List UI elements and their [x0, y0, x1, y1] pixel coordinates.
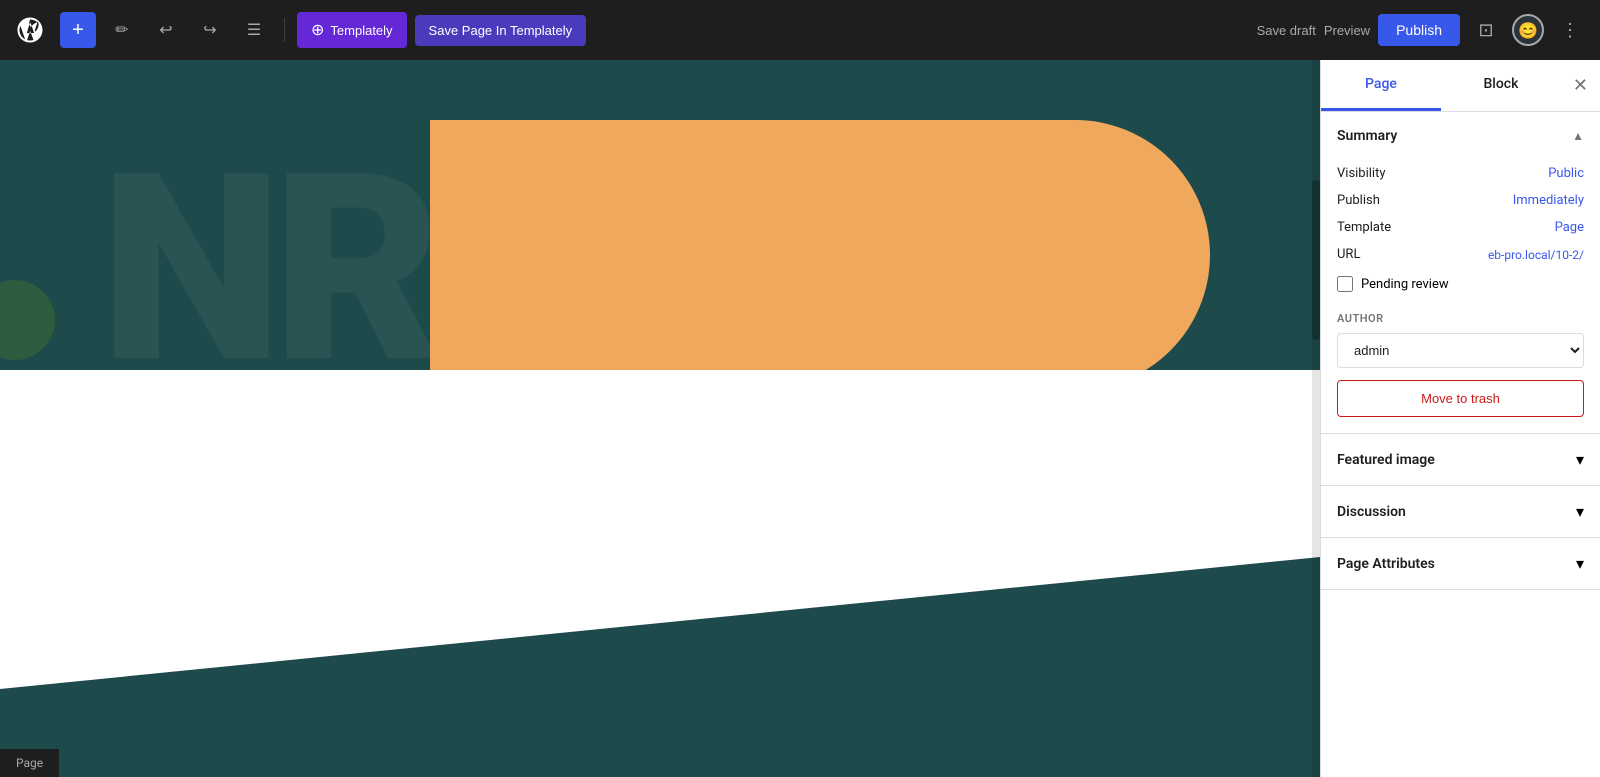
- canvas[interactable]: NR: [0, 60, 1320, 777]
- visibility-label: Visibility: [1337, 166, 1386, 181]
- tab-page[interactable]: Page: [1321, 60, 1441, 111]
- main-layout: NR Page Block ✕ Summary: [0, 60, 1600, 777]
- more-options-button[interactable]: ⋮: [1552, 12, 1588, 48]
- publish-label: Publish: [1337, 193, 1380, 208]
- status-bar: Page: [0, 749, 59, 777]
- toolbar: + ✏ ↩ ↪ ☰ ⊕ Templately Save Page In Temp…: [0, 0, 1600, 60]
- more-icon: ⋮: [1561, 20, 1579, 41]
- visibility-value[interactable]: Public: [1548, 166, 1584, 181]
- list-icon: ☰: [247, 20, 261, 40]
- undo-button[interactable]: ↩: [148, 12, 184, 48]
- template-label: Template: [1337, 220, 1391, 235]
- templately-label: Templately: [330, 23, 392, 38]
- pending-review-checkbox[interactable]: [1337, 276, 1353, 292]
- sidebar-close-button[interactable]: ✕: [1561, 60, 1600, 111]
- add-block-button[interactable]: +: [60, 12, 96, 48]
- featured-image-title: Featured image: [1337, 452, 1435, 468]
- avatar[interactable]: 😊: [1512, 14, 1544, 46]
- pending-review-label: Pending review: [1361, 277, 1449, 292]
- edit-button[interactable]: ✏: [104, 12, 140, 48]
- publish-row: Publish Immediately: [1337, 187, 1584, 214]
- publish-button[interactable]: Publish: [1378, 14, 1460, 46]
- featured-image-header[interactable]: Featured image ▾: [1321, 434, 1600, 485]
- summary-section: Summary ▲ Visibility Public Publish Imme…: [1321, 112, 1600, 434]
- avatar-icon: 😊: [1518, 21, 1538, 40]
- author-section: AUTHOR admin: [1337, 300, 1584, 368]
- template-row: Template Page: [1337, 214, 1584, 241]
- toolbar-right: Save draft Preview Publish ⊡ 😊 ⋮: [1257, 12, 1588, 48]
- canvas-scrollbar-thumb: [1312, 180, 1320, 340]
- move-to-trash-button[interactable]: Move to trash: [1337, 380, 1584, 417]
- wp-logo[interactable]: [12, 12, 48, 48]
- close-icon: ✕: [1573, 75, 1588, 96]
- undo-icon: ↩: [159, 20, 172, 40]
- toolbar-divider: [284, 18, 285, 42]
- settings-icon: ⊡: [1478, 20, 1493, 41]
- author-select[interactable]: admin: [1337, 333, 1584, 368]
- canvas-inner: NR: [0, 60, 1320, 777]
- featured-image-section[interactable]: Featured image ▾: [1321, 434, 1600, 486]
- page-attributes-section[interactable]: Page Attributes ▾: [1321, 538, 1600, 590]
- list-view-button[interactable]: ☰: [236, 12, 272, 48]
- preview-button[interactable]: Preview: [1324, 23, 1370, 38]
- save-page-templately-button[interactable]: Save Page In Templately: [415, 15, 587, 46]
- discussion-header[interactable]: Discussion ▾: [1321, 486, 1600, 537]
- discussion-chevron: ▾: [1576, 502, 1584, 521]
- canvas-scrollbar[interactable]: [1312, 60, 1320, 777]
- tab-block[interactable]: Block: [1441, 60, 1561, 111]
- featured-image-chevron: ▾: [1576, 450, 1584, 469]
- pending-review-row: Pending review: [1337, 268, 1584, 300]
- save-draft-button[interactable]: Save draft: [1257, 23, 1316, 38]
- templately-icon: ⊕: [311, 20, 324, 40]
- url-value[interactable]: eb-pro.local/10-2/: [1488, 248, 1584, 262]
- templately-button[interactable]: ⊕ Templately: [297, 12, 407, 48]
- edit-icon: ✏: [115, 20, 128, 40]
- summary-chevron: ▲: [1572, 129, 1584, 143]
- redo-icon: ↪: [203, 20, 216, 40]
- url-label: URL: [1337, 247, 1360, 262]
- design-letters: NR: [100, 140, 432, 400]
- summary-section-header[interactable]: Summary ▲: [1321, 112, 1600, 160]
- page-attributes-title: Page Attributes: [1337, 556, 1435, 572]
- sidebar: Page Block ✕ Summary ▲ Visibility Public…: [1320, 60, 1600, 777]
- settings-button[interactable]: ⊡: [1468, 12, 1504, 48]
- visibility-row: Visibility Public: [1337, 160, 1584, 187]
- url-row: URL eb-pro.local/10-2/: [1337, 241, 1584, 268]
- sidebar-tabs: Page Block ✕: [1321, 60, 1600, 112]
- redo-button[interactable]: ↪: [192, 12, 228, 48]
- summary-title: Summary: [1337, 128, 1397, 144]
- page-attributes-chevron: ▾: [1576, 554, 1584, 573]
- discussion-title: Discussion: [1337, 504, 1406, 520]
- summary-content: Visibility Public Publish Immediately Te…: [1321, 160, 1600, 433]
- design-orange-shape: [430, 120, 1210, 390]
- page-attributes-header[interactable]: Page Attributes ▾: [1321, 538, 1600, 589]
- template-value[interactable]: Page: [1555, 220, 1584, 235]
- author-label: AUTHOR: [1337, 312, 1584, 325]
- publish-value[interactable]: Immediately: [1513, 193, 1584, 208]
- discussion-section[interactable]: Discussion ▾: [1321, 486, 1600, 538]
- status-label: Page: [16, 756, 43, 770]
